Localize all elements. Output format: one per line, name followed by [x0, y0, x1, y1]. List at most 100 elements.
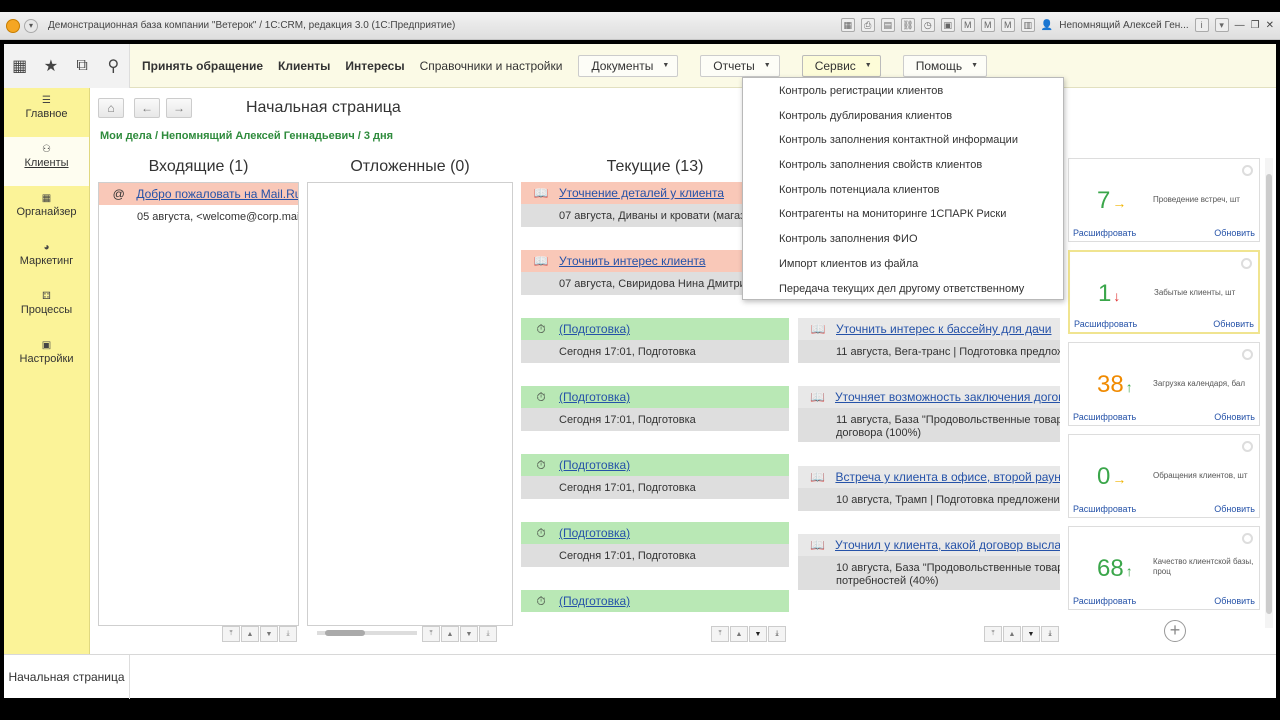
window-menu-icon[interactable]: ▾ [24, 18, 38, 33]
menu-item-contact-info-control[interactable]: Контроль заполнения контактной информаци… [743, 128, 1063, 153]
user-name[interactable]: Непомнящий Алексей Ген... [1059, 20, 1188, 31]
list-item[interactable]: ⏱ (Подготовка) [521, 590, 789, 626]
card-link[interactable]: Уточнение деталей у клиента [559, 186, 724, 200]
sidebar-item-marketing[interactable]: ◕ Маркетинг [4, 235, 89, 284]
forward-arrow-icon[interactable]: → [166, 98, 192, 118]
move-top-icon[interactable]: ⤒ [711, 626, 729, 642]
add-widget-plus-icon[interactable]: + [1164, 620, 1186, 642]
move-down-icon[interactable]: ▼ [460, 626, 478, 642]
decode-link[interactable]: Расшифровать [1074, 319, 1137, 329]
move-down-icon[interactable]: ▼ [749, 626, 767, 642]
vertical-scrollbar[interactable] [1265, 158, 1273, 628]
decode-link[interactable]: Расшифровать [1073, 228, 1136, 238]
inbox-list[interactable]: @ Добро пожаловать на Mail.Ru! 05 августа… [98, 182, 299, 626]
print-icon[interactable]: ⎙ [860, 18, 875, 32]
restore-icon[interactable]: ❐ [1251, 20, 1260, 31]
list-item[interactable]: 📖 Уточняет возможность заключения договор… [798, 386, 1060, 466]
service-dropdown[interactable]: Сервис ▼ [801, 54, 881, 77]
back-arrow-icon[interactable]: ← [134, 98, 160, 118]
breadcrumb[interactable]: Мои дела / Непомнящий Алексей Геннадьеви… [100, 130, 393, 142]
card-link[interactable]: (Подготовка) [559, 594, 630, 608]
card-link[interactable]: Уточнил у клиента, какой договор выслать… [835, 538, 1060, 552]
card-link[interactable]: Уточнить интерес к бассейну для дачи [836, 322, 1052, 336]
gear-icon[interactable] [1241, 258, 1252, 269]
decode-link[interactable]: Расшифровать [1073, 504, 1136, 514]
move-top-icon[interactable]: ⤒ [222, 626, 240, 642]
gear-icon[interactable] [1242, 349, 1253, 360]
history-icon[interactable]: ◷ [920, 18, 935, 32]
link-icon[interactable]: ⛓ [900, 18, 915, 32]
menu-references[interactable]: Справочники и настройки [420, 59, 563, 73]
refresh-link[interactable]: Обновить [1214, 412, 1255, 422]
move-bottom-icon[interactable]: ⤓ [479, 626, 497, 642]
mplus-icon[interactable]: M [980, 18, 995, 32]
calc-icon[interactable]: ▦ [840, 18, 855, 32]
search-icon[interactable]: ⚲ [101, 56, 125, 76]
menu-item-duplicate-control[interactable]: Контроль дублирования клиентов [743, 104, 1063, 129]
sidebar-item-settings[interactable]: ▣ Настройки [4, 333, 89, 382]
gear-icon[interactable] [1242, 533, 1253, 544]
list-item[interactable]: ⏱ (Подготовка) Сегодня 17:01, Подготовка [521, 454, 789, 522]
save-icon[interactable]: ▤ [880, 18, 895, 32]
card-link[interactable]: (Подготовка) [559, 458, 630, 472]
list-item[interactable]: ⏱ (Подготовка) Сегодня 17:01, Подготовка [521, 386, 789, 454]
calendar-icon[interactable]: ▣ [940, 18, 955, 32]
card-link[interactable]: Уточняет возможность заключения договора [835, 390, 1060, 404]
sidebar-item-clients[interactable]: ⚇ Клиенты [4, 137, 89, 186]
move-down-icon[interactable]: ▼ [1022, 626, 1040, 642]
dropdown-icon[interactable]: ▾ [1214, 18, 1229, 32]
menu-item-potential-control[interactable]: Контроль потенциала клиентов [743, 178, 1063, 203]
sidebar-item-main[interactable]: ☰ Главное [4, 88, 89, 137]
close-icon[interactable]: ✕ [1266, 20, 1274, 31]
move-bottom-icon[interactable]: ⤓ [279, 626, 297, 642]
sidebar-item-processes[interactable]: ⚃ Процессы [4, 284, 89, 333]
list-item[interactable]: ⏱ (Подготовка) Сегодня 17:01, Подготовка [521, 318, 789, 386]
card-link[interactable]: Уточнить интерес клиента [559, 254, 706, 268]
move-down-icon[interactable]: ▼ [260, 626, 278, 642]
move-up-icon[interactable]: ▲ [241, 626, 259, 642]
m-icon[interactable]: M [960, 18, 975, 32]
list-item[interactable]: 📖 Уточнить интерес к бассейну для дачи 11… [798, 318, 1060, 386]
tab-start-page[interactable]: Начальная страница [4, 655, 130, 699]
help-dropdown[interactable]: Помощь ▼ [902, 54, 988, 77]
card-link[interactable]: (Подготовка) [559, 526, 630, 540]
menu-item-registration-control[interactable]: Контроль регистрации клиентов [743, 79, 1063, 104]
move-top-icon[interactable]: ⤒ [984, 626, 1002, 642]
scroll-thumb[interactable] [1266, 174, 1272, 614]
move-up-icon[interactable]: ▲ [730, 626, 748, 642]
app-logo-icon[interactable] [6, 18, 20, 33]
menu-item-transfer-tasks[interactable]: Передача текущих дел другому ответственн… [743, 277, 1063, 302]
scroll-thumb[interactable] [325, 630, 365, 636]
panel-icon[interactable]: ▥ [1020, 18, 1035, 32]
info-icon[interactable]: i [1194, 18, 1209, 32]
apps-grid-icon[interactable]: ▦ [8, 56, 32, 76]
move-bottom-icon[interactable]: ⤓ [768, 626, 786, 642]
card-link[interactable]: Добро пожаловать на Mail.Ru! [136, 187, 298, 201]
list-item[interactable]: ⏱ (Подготовка) Сегодня 17:01, Подготовка [521, 522, 789, 590]
card-link[interactable]: Встреча у клиента в офисе, второй раунд [835, 470, 1060, 484]
menu-item-spark-monitoring[interactable]: Контрагенты на мониторинге 1СПАРК Риски [743, 202, 1063, 227]
menu-item-fio-control[interactable]: Контроль заполнения ФИО [743, 227, 1063, 252]
postponed-list[interactable] [307, 182, 513, 626]
decode-link[interactable]: Расшифровать [1073, 596, 1136, 606]
gear-icon[interactable] [1242, 441, 1253, 452]
menu-clients[interactable]: Клиенты [278, 59, 330, 73]
card-link[interactable]: (Подготовка) [559, 390, 630, 404]
menu-item-properties-control[interactable]: Контроль заполнения свойств клиентов [743, 153, 1063, 178]
horizontal-scrollbar[interactable] [313, 626, 421, 642]
card-link[interactable]: (Подготовка) [559, 322, 630, 336]
favorites-star-icon[interactable]: ★ [39, 56, 63, 76]
history-icon[interactable]: ⧉ [70, 57, 94, 75]
menu-accept-request[interactable]: Принять обращение [142, 59, 263, 73]
reports-dropdown[interactable]: Отчеты ▼ [700, 54, 780, 77]
documents-dropdown[interactable]: Документы ▼ [578, 54, 679, 77]
move-up-icon[interactable]: ▲ [1003, 626, 1021, 642]
list-item[interactable]: 📖 Уточнил у клиента, какой договор выслат… [798, 534, 1060, 614]
mminus-icon[interactable]: M [1000, 18, 1015, 32]
move-top-icon[interactable]: ⤒ [422, 626, 440, 642]
refresh-link[interactable]: Обновить [1214, 596, 1255, 606]
refresh-link[interactable]: Обновить [1214, 504, 1255, 514]
refresh-link[interactable]: Обновить [1214, 228, 1255, 238]
sidebar-item-organizer[interactable]: ▦ Органайзер [4, 186, 89, 235]
refresh-link[interactable]: Обновить [1213, 319, 1254, 329]
